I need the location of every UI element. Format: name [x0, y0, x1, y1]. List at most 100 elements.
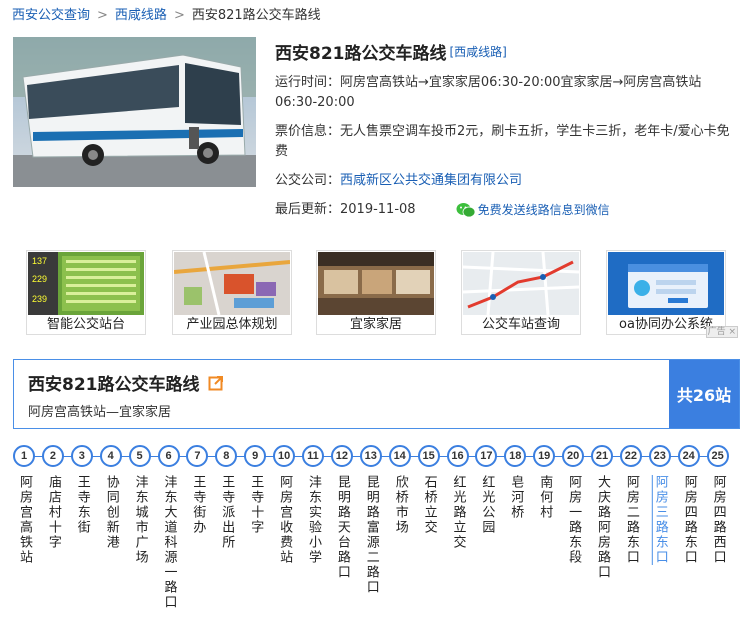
stop-name-link[interactable]: 阿房一路东段: [566, 475, 581, 565]
stop-name-link[interactable]: 阿房四路东口: [682, 475, 697, 565]
stop-number: 20: [562, 445, 585, 467]
stop-item[interactable]: 19 南何村: [532, 444, 556, 524]
stop-name-link[interactable]: 皂河桥: [508, 475, 523, 520]
stop-name-link[interactable]: 红光公园: [479, 475, 494, 535]
stop-item[interactable]: 10 阿房宫收费站: [272, 444, 296, 569]
stop-number: 17: [475, 445, 498, 467]
stop-name-link[interactable]: 沣东实验小学: [306, 475, 321, 565]
ad-bus-stop-search[interactable]: 公交车站查询: [461, 250, 581, 335]
stop-item[interactable]: 2 庙店村十字: [41, 444, 65, 554]
stop-number: 1: [13, 445, 35, 467]
stop-item[interactable]: 1 阿房宫高铁站: [12, 444, 36, 569]
ad-label: 宜家家居: [349, 317, 402, 332]
bus-stop-screen-image: 137 229 239: [28, 252, 144, 315]
stop-number: 12: [330, 445, 353, 467]
stop-name-link[interactable]: 红光路立交: [451, 475, 466, 550]
stop-name-link[interactable]: 昆明路富源二路口: [364, 475, 379, 595]
ikea-store-image: [318, 252, 434, 315]
wechat-icon: [456, 203, 475, 218]
oa-login-screen-image: [608, 252, 724, 315]
ad-smart-bus-stop[interactable]: 137 229 239 智能公交站台: [26, 250, 146, 335]
stop-name-link[interactable]: 沣东城市广场: [133, 475, 148, 565]
stop-name-link[interactable]: 阿房四路西口: [711, 475, 726, 565]
stop-item[interactable]: 6 沣东大道科源一路口: [157, 444, 181, 614]
stop-name-link[interactable]: 大庆路阿房路口: [595, 475, 610, 580]
stop-name-link[interactable]: 阿房三路东口: [653, 475, 668, 565]
send-to-wechat-button[interactable]: 免费发送线路信息到微信: [456, 200, 610, 220]
route-info: 西安821路公交车路线 [西咸线路] 运行时间：阿房宫高铁站→宜家家居06:30…: [275, 38, 735, 220]
stop-item[interactable]: 12 昆明路天台路口: [330, 444, 354, 584]
ad-banner-row: 137 229 239 智能公交站台 产业园总体规划 宜家家居 公交车站查询 o…: [26, 250, 738, 340]
stop-item[interactable]: 7 王寺街办: [185, 444, 209, 539]
stop-item[interactable]: 22 阿房二路东口: [619, 444, 643, 569]
external-link-icon[interactable]: [208, 375, 224, 391]
breadcrumb-home-link[interactable]: 西安公交查询: [12, 8, 90, 23]
stop-name-link[interactable]: 王寺东街: [75, 475, 90, 535]
route-map-image: [463, 252, 579, 315]
stop-name-link[interactable]: 阿房宫收费站: [277, 475, 292, 565]
stop-item[interactable]: 8 王寺派出所: [214, 444, 238, 554]
stop-number: 13: [359, 445, 382, 467]
stop-name-link[interactable]: 沣东大道科源一路口: [162, 475, 177, 610]
page-title: 西安821路公交车路线: [275, 43, 447, 64]
stop-number: 10: [273, 445, 296, 467]
bus-photo: [13, 37, 256, 187]
stop-name-link[interactable]: 欣桥市场: [393, 475, 408, 535]
stop-item[interactable]: 21 大庆路阿房路口: [590, 444, 614, 584]
route-endpoints: 阿房宫高铁站—宜家家居: [28, 405, 172, 420]
stop-name-link[interactable]: 阿房二路东口: [624, 475, 639, 565]
ad-ikea[interactable]: 宜家家居: [316, 250, 436, 335]
breadcrumb-category-link[interactable]: 西咸线路: [115, 8, 167, 23]
stop-item[interactable]: 17 红光公园: [474, 444, 498, 539]
svg-text:229: 229: [32, 274, 47, 284]
stop-item[interactable]: 24 阿房四路东口: [677, 444, 701, 569]
stop-name-link[interactable]: 庙店村十字: [46, 475, 61, 550]
stop-name-link[interactable]: 王寺十字: [248, 475, 263, 535]
stop-name-link[interactable]: 王寺派出所: [219, 475, 234, 550]
fare-info: 票价信息：无人售票空调车投币2元，刷卡五折，学生卡三折，老年卡/爱心卡免费: [275, 124, 730, 159]
stop-item[interactable]: 4 协同创新港: [99, 444, 123, 554]
stop-name-link[interactable]: 石桥立交: [422, 475, 437, 535]
stop-item[interactable]: 9 王寺十字: [243, 444, 267, 539]
last-updated: 最后更新：2019-11-08: [275, 202, 416, 217]
bus-company: 公交公司：西咸新区公共交通集团有限公司: [275, 171, 735, 191]
stop-item[interactable]: 11 沣东实验小学: [301, 444, 325, 569]
stop-item[interactable]: 20 阿房一路东段: [561, 444, 585, 569]
stop-item[interactable]: 23 阿房三路东口: [648, 444, 672, 569]
stop-name-link[interactable]: 协同创新港: [104, 475, 119, 550]
stop-number: 21: [591, 445, 613, 467]
ad-label: 产业园总体规划: [186, 317, 278, 332]
stop-item[interactable]: 5 沣东城市广场: [128, 444, 152, 569]
stop-number: 5: [128, 445, 151, 467]
stop-count-badge: 共26站: [669, 360, 739, 428]
ad-close-badge[interactable]: 广告 ×: [705, 326, 738, 338]
stop-number: 9: [244, 445, 267, 467]
breadcrumb: 西安公交查询 > 西咸线路 > 西安821路公交车路线: [12, 4, 321, 23]
ad-label: 智能公交站台: [46, 317, 125, 332]
stop-item[interactable]: 13 昆明路富源二路口: [359, 444, 383, 599]
stop-name-link[interactable]: 王寺街办: [190, 475, 205, 535]
ad-industrial-park-plan[interactable]: 产业园总体规划: [172, 250, 292, 335]
stop-name-link[interactable]: 昆明路天台路口: [335, 475, 350, 580]
stop-item[interactable]: 14 欣桥市场: [388, 444, 412, 539]
ad-oa-system[interactable]: oa协同办公系统: [606, 250, 726, 335]
stop-number: 6: [157, 445, 180, 467]
stop-name-link[interactable]: 南何村: [537, 475, 552, 520]
stop-number: 18: [504, 445, 527, 467]
company-link[interactable]: 西咸新区公共交通集团有限公司: [340, 173, 522, 188]
breadcrumb-separator: >: [97, 8, 108, 23]
operating-hours: 运行时间：阿房宫高铁站→宜家家居06:30-20:00宜家家居→阿房宫高铁站06…: [275, 75, 702, 110]
category-tag-link[interactable]: [西咸线路]: [450, 43, 507, 60]
stop-item[interactable]: 25 阿房四路西口: [706, 444, 730, 569]
svg-text:137: 137: [32, 256, 47, 266]
stop-item[interactable]: 15 石桥立交: [417, 444, 441, 539]
stop-item[interactable]: 18 皂河桥: [503, 444, 527, 524]
stop-number: 23: [648, 445, 671, 467]
stop-number: 19: [533, 445, 556, 467]
stop-item[interactable]: 3 王寺东街: [70, 444, 94, 539]
stop-item[interactable]: 16 红光路立交: [446, 444, 470, 554]
company-label: 公交公司：: [275, 173, 341, 188]
stop-name-link[interactable]: 阿房宫高铁站: [17, 475, 32, 565]
route-header: 西安821路公交车路线 阿房宫高铁站—宜家家居 共26站: [13, 359, 740, 429]
route-title: 西安821路公交车路线: [28, 375, 200, 395]
